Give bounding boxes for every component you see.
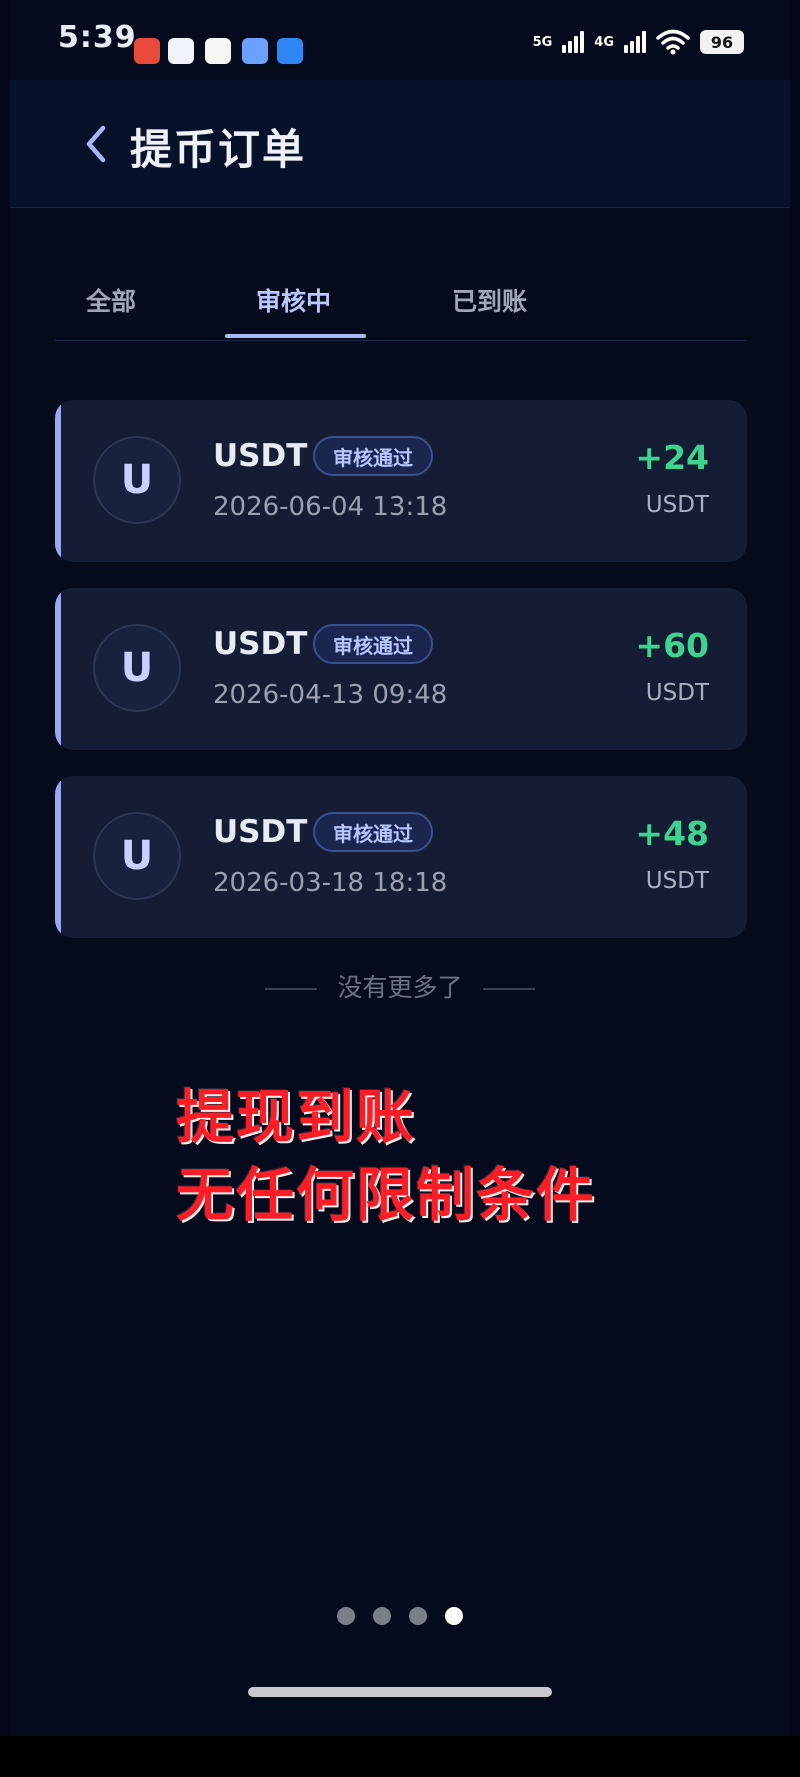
page-dot[interactable] [337,1607,355,1625]
page-dot[interactable] [409,1607,427,1625]
amount-unit: USDT [645,680,709,706]
coin-avatar: U [93,624,181,712]
active-tab-indicator [225,334,366,338]
coin-name: USDT [213,814,308,850]
app-screen: 5:39 5G 4G 96 提币订单 全部 审核中 已到账 U USDT 审核通… [0,0,800,1777]
mobile-app-icon [205,38,231,64]
card-accent-bar [55,400,61,562]
signal-5g-icon [562,31,585,53]
tab-under-review[interactable]: 审核中 [256,282,331,318]
order-amount: +60 [635,626,709,665]
card-accent-bar [55,588,61,750]
chevron-left-icon [86,125,106,163]
page-dot[interactable] [373,1607,391,1625]
status-indicators: 5G 4G 96 [533,24,744,60]
order-time: 2026-06-04 13:18 [213,492,448,522]
list-end-indicator: 没有更多了 [0,968,800,1004]
battery-icon: 96 [700,30,744,54]
coin-avatar: U [93,436,181,524]
card-accent-bar [55,776,61,938]
amount-unit: USDT [645,868,709,894]
assistant-app-icon [242,38,268,64]
tv-app-icon [168,38,194,64]
wifi-icon [656,29,690,55]
order-amount: +24 [635,438,709,477]
page-title: 提币订单 [130,125,307,174]
screen-edge-right [790,0,800,1777]
tab-received[interactable]: 已到账 [452,282,527,318]
status-badge: 审核通过 [313,812,433,852]
signal-4g-icon [624,31,646,53]
status-badge: 审核通过 [313,436,433,476]
coin-name: USDT [213,438,308,474]
tab-all[interactable]: 全部 [86,282,136,318]
overlay-caption-line2: 无任何限制条件 [176,1161,597,1229]
order-card[interactable]: U USDT 审核通过 2026-06-04 13:18 +24 USDT [55,400,747,562]
network-4g-label: 4G [594,34,614,50]
battery-level: 96 [710,32,734,52]
order-time: 2026-03-18 18:18 [213,868,448,898]
order-tabs: 全部 审核中 已到账 [55,270,747,341]
page-header: 提币订单 [10,80,790,208]
page-indicator [337,1607,463,1625]
news-app-icon [134,38,160,64]
status-time: 5:39 [58,20,137,55]
overlay-caption-line1: 提现到账 [176,1083,417,1151]
divider-left [265,988,318,990]
status-badge: 审核通过 [313,624,433,664]
network-5g-label: 5G [532,34,553,50]
bottom-band [0,1736,800,1777]
order-time: 2026-04-13 09:48 [213,680,448,710]
coin-avatar: U [93,812,181,900]
back-button[interactable] [76,122,116,166]
divider-right [482,988,535,990]
order-card[interactable]: U USDT 审核通过 2026-03-18 18:18 +48 USDT [55,776,747,938]
browser-app-icon [277,38,303,64]
amount-unit: USDT [645,492,709,518]
status-bar: 5:39 5G 4G 96 [0,0,800,80]
screen-edge-left [0,0,10,1777]
coin-name: USDT [213,626,308,662]
order-amount: +48 [635,814,709,853]
home-indicator[interactable] [248,1687,552,1697]
order-card[interactable]: U USDT 审核通过 2026-04-13 09:48 +60 USDT [55,588,747,750]
page-dot-active[interactable] [445,1607,463,1625]
list-end-text: 没有更多了 [337,973,463,1002]
